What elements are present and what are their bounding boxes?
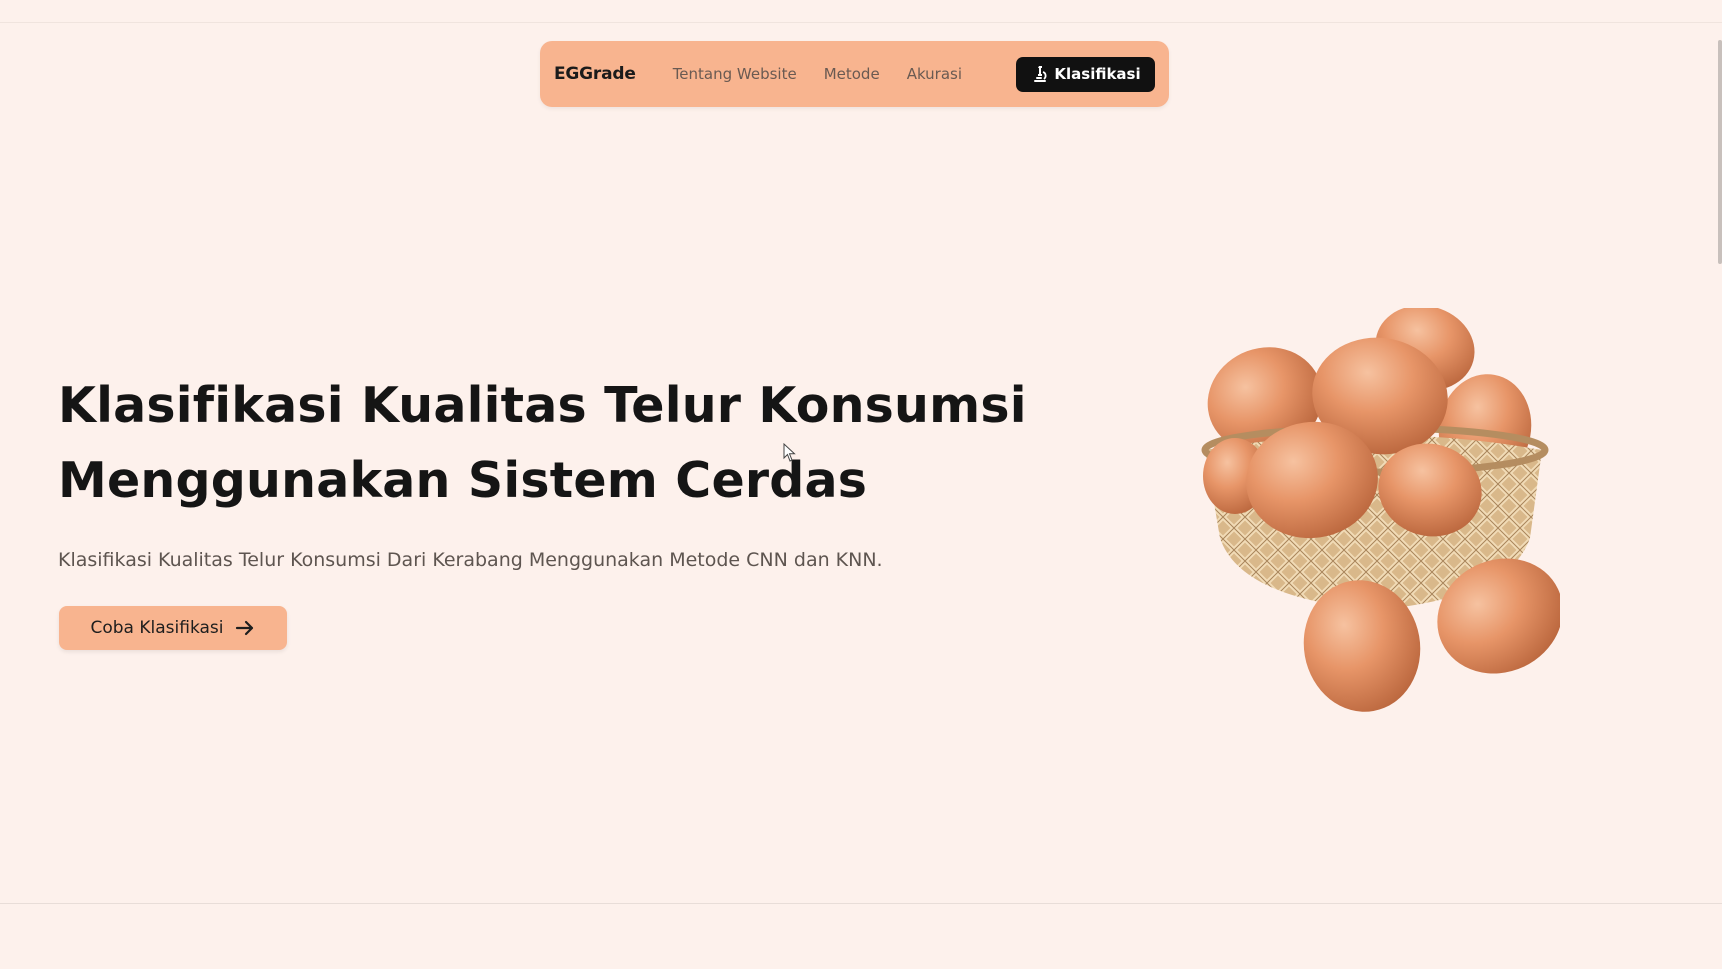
brand-logo[interactable]: EGGrade — [554, 64, 636, 84]
page: EGGrade Tentang Website Metode Akurasi K… — [0, 0, 1722, 969]
nav-link-akurasi[interactable]: Akurasi — [907, 65, 962, 83]
microscope-icon — [1030, 64, 1050, 84]
section-divider — [0, 903, 1722, 904]
hero-title-line-1: Klasifikasi Kualitas Telur Konsumsi — [58, 377, 1027, 434]
hero-subtitle: Klasifikasi Kualitas Telur Konsumsi Dari… — [58, 549, 883, 571]
mouse-cursor-icon — [783, 442, 797, 463]
egg-basket-illustration — [1190, 305, 1563, 718]
top-divider — [0, 22, 1722, 23]
nav-link-metode[interactable]: Metode — [824, 65, 880, 83]
scrollbar-thumb[interactable] — [1718, 40, 1722, 264]
hero-title: Klasifikasi Kualitas Telur Konsumsi Meng… — [58, 368, 1038, 518]
klasifikasi-button-label: Klasifikasi — [1054, 65, 1141, 83]
hero-title-line-2: Menggunakan Sistem Cerdas — [58, 452, 868, 509]
nav-link-tentang-website[interactable]: Tentang Website — [673, 65, 797, 83]
coba-klasifikasi-button[interactable]: Coba Klasifikasi — [59, 606, 287, 650]
navbar: EGGrade Tentang Website Metode Akurasi K… — [540, 41, 1169, 107]
klasifikasi-button[interactable]: Klasifikasi — [1016, 56, 1155, 92]
arrow-right-icon — [234, 617, 256, 639]
coba-klasifikasi-label: Coba Klasifikasi — [90, 618, 224, 638]
